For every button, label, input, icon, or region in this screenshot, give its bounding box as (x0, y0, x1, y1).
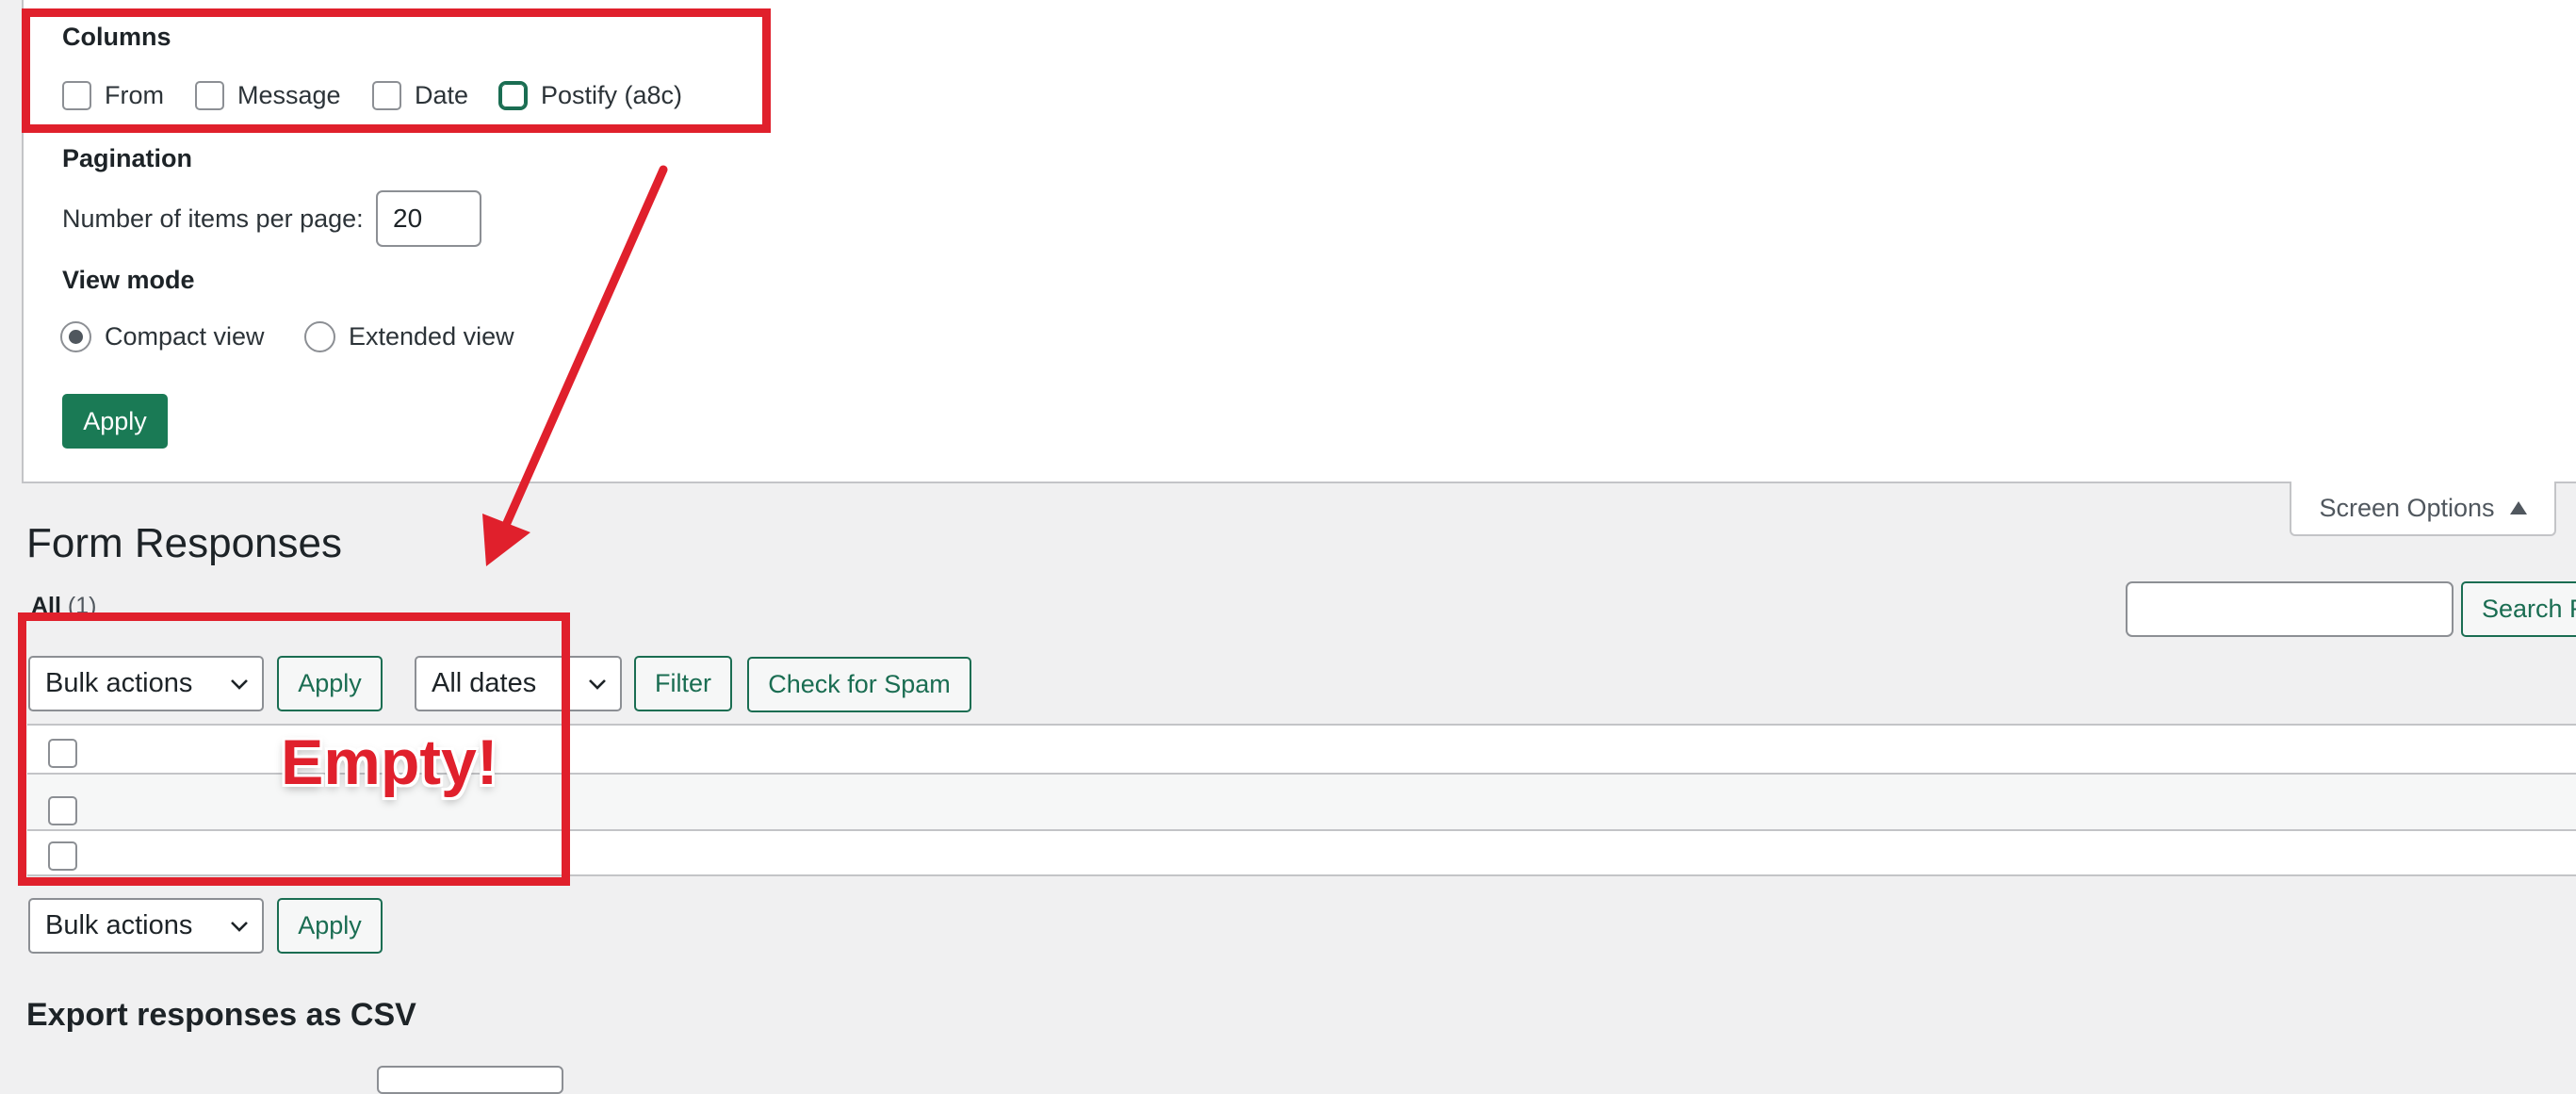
annotation-arrow-icon (482, 165, 668, 566)
empty-annotation-label: Empty! (281, 727, 498, 798)
